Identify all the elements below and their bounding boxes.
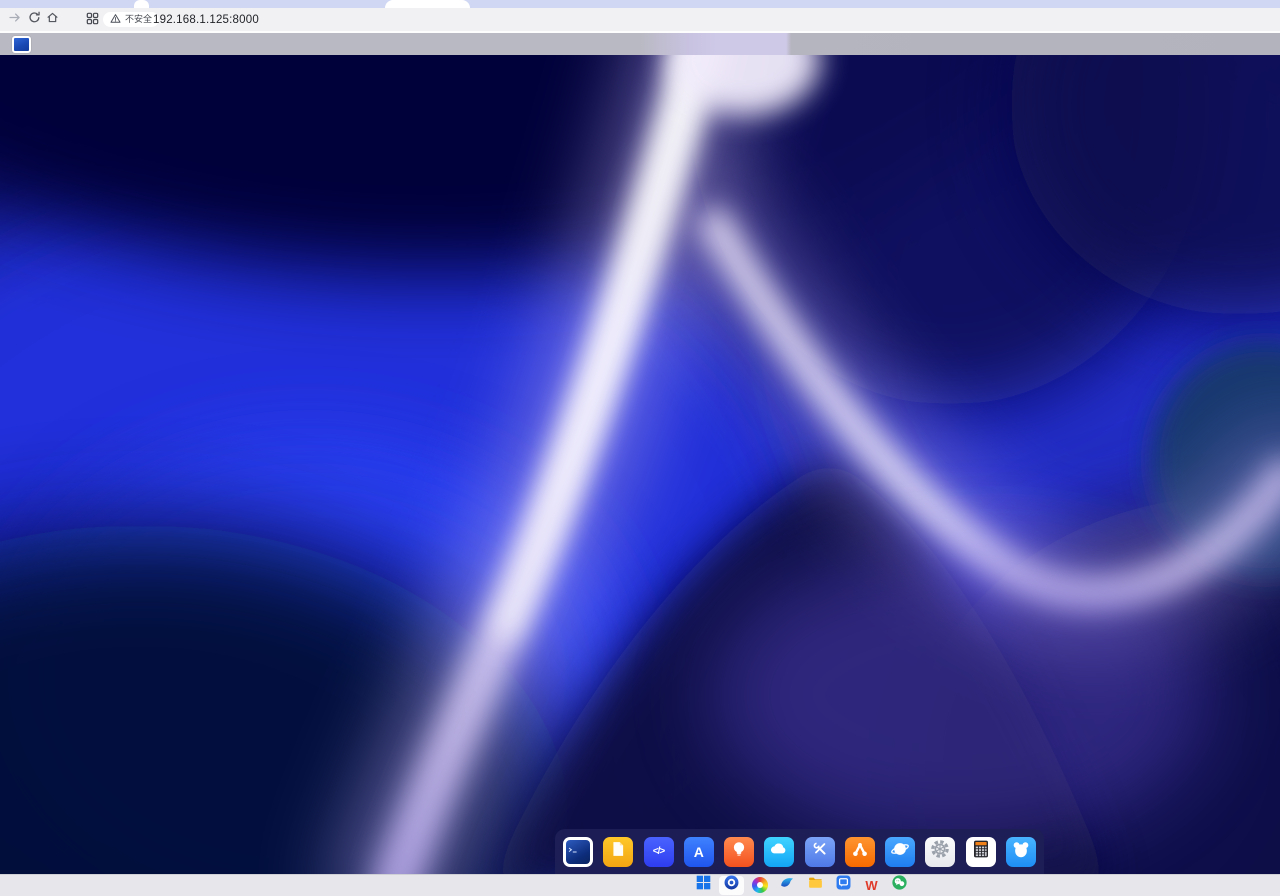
dock-item-app-store[interactable]: A (684, 837, 714, 867)
taskbar-wps-office[interactable]: W (862, 876, 881, 895)
app-store-icon: A (694, 844, 704, 860)
gear-icon (928, 837, 952, 866)
screen-icon[interactable] (12, 36, 31, 53)
dock-item-planet-browser[interactable] (885, 837, 915, 867)
code-icon: </> (653, 846, 664, 857)
desktop-wallpaper (0, 55, 1280, 874)
windows-logo-icon (695, 874, 712, 896)
taskbar-file-explorer[interactable] (806, 876, 825, 895)
cloud-icon (768, 838, 790, 865)
dock-item-cloud[interactable] (764, 837, 794, 867)
dock-item-control-center[interactable] (925, 837, 955, 867)
remote-viewer-bar (0, 33, 1280, 55)
pinwheel-icon (752, 877, 768, 893)
active-tab[interactable] (385, 0, 470, 8)
wps-w-icon: W (865, 876, 877, 895)
dock-item-mouse-tool[interactable] (1006, 837, 1036, 867)
folder-icon (807, 874, 824, 896)
lightbulb-icon (728, 838, 750, 865)
mouse-icon (1010, 838, 1032, 865)
dock-item-calculator[interactable] (966, 837, 996, 867)
bird-icon (779, 874, 796, 896)
dock-item-toolbox[interactable] (805, 837, 835, 867)
taskbar-bird-app[interactable] (778, 876, 797, 895)
url-text[interactable]: 192.168.1.125:8000 (153, 13, 259, 27)
taskbar-chat-app[interactable] (834, 876, 853, 895)
taskbar-pinwheel-browser[interactable] (750, 876, 769, 895)
dock-item-code-editor[interactable]: </> (644, 837, 674, 867)
security-badge[interactable]: 不安全 (103, 12, 159, 27)
dock-item-lamp[interactable] (724, 837, 754, 867)
apps-grid-icon (86, 12, 99, 30)
planet-icon (889, 838, 911, 865)
tools-icon (809, 838, 831, 865)
dock-item-file-manager[interactable] (603, 837, 633, 867)
forward-icon (8, 11, 21, 29)
calculator-icon (969, 837, 993, 866)
taskbar-windows-start[interactable] (694, 876, 713, 895)
taskbar-blue-circle-app[interactable] (719, 876, 744, 895)
document-icon (607, 838, 629, 865)
reload-button[interactable] (27, 13, 41, 27)
browser-toolbar: 不安全 192.168.1.125:8000 (0, 8, 1280, 31)
taskbar (0, 874, 1280, 896)
tab-strip[interactable] (0, 0, 1280, 8)
warning-triangle-icon (110, 11, 121, 29)
tab-separator-notch (134, 0, 149, 8)
terminal-prompt-icon (568, 841, 578, 859)
dock-item-terminal[interactable] (563, 837, 593, 867)
security-label: 不安全 (125, 12, 152, 27)
chat-bubble-icon (835, 874, 852, 896)
taskbar-wechat[interactable] (890, 876, 909, 895)
home-button[interactable] (45, 13, 59, 27)
molecule-icon (849, 838, 871, 865)
dock-item-molecule[interactable] (845, 837, 875, 867)
reload-icon (28, 11, 41, 29)
apps-grid-button[interactable] (85, 14, 99, 28)
wechat-icon (891, 874, 908, 896)
dock: </> A (555, 829, 1044, 874)
blue-circle-icon (723, 874, 740, 896)
taskbar-icons: W (694, 875, 909, 895)
forward-button[interactable] (7, 13, 21, 27)
home-icon (46, 11, 59, 29)
